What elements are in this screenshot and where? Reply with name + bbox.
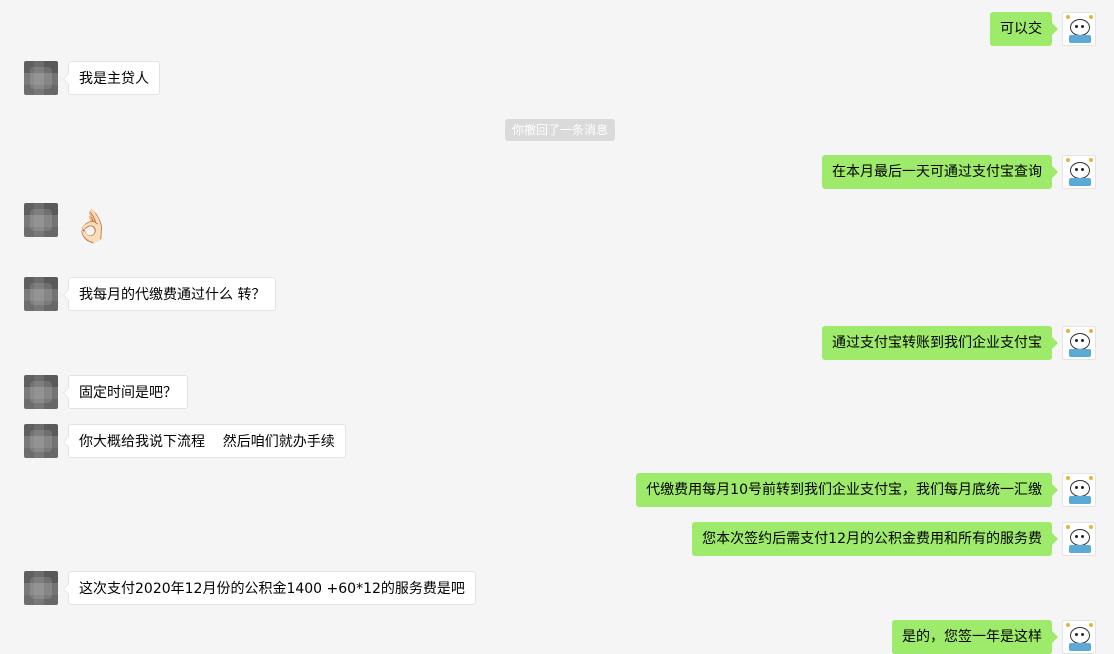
contact-avatar[interactable] [24,375,58,409]
contact-avatar[interactable] [24,424,58,458]
cartoon-face-icon [1070,529,1090,546]
message-bubble-sent[interactable]: 是的，您签一年是这样 [892,620,1058,654]
cartoon-face-icon [1070,333,1090,350]
message-bubble-sent[interactable]: 代缴费用每月10号前转到我们企业支付宝，我们每月底统一汇缴 [636,473,1058,507]
my-avatar[interactable] [1062,326,1096,360]
cartoon-face-icon [1070,480,1090,497]
message-bubble-received[interactable]: 我每月的代缴费通过什么 转？ [62,277,277,311]
cartoon-face-icon [1070,627,1090,644]
ok-hand-icon[interactable]: 👌🏻 [72,207,112,245]
message-bubble-sent[interactable]: 通过支付宝转账到我们企业支付宝 [822,326,1058,360]
message-bubble-received[interactable]: 我是主贷人 [63,61,160,95]
message-bubble-sent[interactable]: 可以交 [990,12,1058,46]
message-bubble-received[interactable]: 固定时间是吧？ [63,375,188,409]
cartoon-face-icon [1070,162,1090,179]
contact-avatar[interactable] [24,571,58,605]
message-bubble-sent[interactable]: 在本月最后一天可通过支付宝查询 [822,155,1058,189]
my-avatar[interactable] [1062,12,1096,46]
recall-notice: 你撤回了一条消息 [505,119,616,141]
my-avatar[interactable] [1062,522,1096,556]
my-avatar[interactable] [1062,473,1096,507]
message-bubble-received[interactable]: 你大概给我说下流程 然后咱们就办手续 [63,424,346,458]
message-bubble-sent[interactable]: 您本次签约后需支付12月的公积金费用和所有的服务费 [692,522,1058,556]
my-avatar[interactable] [1062,155,1096,189]
contact-avatar[interactable] [24,203,58,237]
cartoon-face-icon [1070,19,1090,36]
contact-avatar[interactable] [24,277,58,311]
message-bubble-received[interactable]: 这次支付2020年12月份的公积金1400 +60*12的服务费是吧 [63,571,476,605]
my-avatar[interactable] [1062,620,1096,654]
contact-avatar[interactable] [24,61,58,95]
